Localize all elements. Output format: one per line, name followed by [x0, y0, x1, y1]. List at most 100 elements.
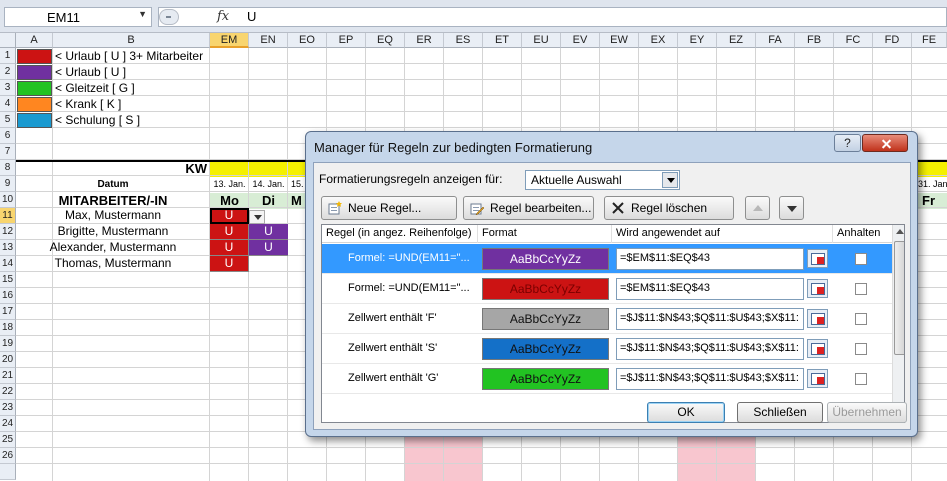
row-header-12[interactable]: 12: [0, 224, 16, 240]
row-header-5[interactable]: 5: [0, 112, 16, 128]
rule-row[interactable]: Zellwert enthält 'S' AaBbCcYyZz =$J$11:$…: [322, 334, 892, 364]
column-header-et[interactable]: ET: [483, 33, 522, 48]
move-up-button[interactable]: [745, 196, 770, 220]
column-header-es[interactable]: ES: [444, 33, 483, 48]
employee-name[interactable]: Max, Mustermann: [17, 208, 209, 224]
active-cell-em11[interactable]: U: [210, 208, 249, 224]
range-select-icon[interactable]: [807, 369, 828, 388]
row-header-15[interactable]: 15: [0, 272, 16, 288]
edit-rule-button[interactable]: Regel bearbeiten...: [463, 196, 594, 220]
row-header-8[interactable]: 8: [0, 160, 16, 176]
column-header-ey[interactable]: EY: [678, 33, 717, 48]
row-header-17[interactable]: 17: [0, 304, 16, 320]
range-select-icon[interactable]: [807, 249, 828, 268]
close-icon[interactable]: [862, 134, 908, 152]
absence-cell[interactable]: U: [249, 224, 288, 240]
stop-if-true-checkbox[interactable]: [855, 343, 867, 355]
new-rule-button[interactable]: Neue Regel...: [321, 196, 457, 220]
column-header-b[interactable]: B: [53, 33, 210, 48]
column-header-applies[interactable]: Wird angewendet auf: [612, 225, 833, 243]
column-header-a[interactable]: A: [16, 33, 53, 48]
range-select-icon[interactable]: [807, 279, 828, 298]
formula-bar-resize-handle[interactable]: [159, 9, 179, 25]
applies-to-input[interactable]: =$J$11:$N$43;$Q$11:$U$43;$X$11:: [616, 338, 804, 360]
stop-if-true-checkbox[interactable]: [855, 283, 867, 295]
column-header-fc[interactable]: FC: [834, 33, 873, 48]
delete-rule-button[interactable]: Regel löschen: [604, 196, 734, 220]
row-header-24[interactable]: 24: [0, 416, 16, 432]
row-header-6[interactable]: 6: [0, 128, 16, 144]
applies-to-input[interactable]: =$J$11:$N$43;$Q$11:$U$43;$X$11:: [616, 368, 804, 390]
range-select-icon[interactable]: [807, 339, 828, 358]
select-all-corner[interactable]: [0, 33, 16, 48]
rules-scrollbar[interactable]: [892, 225, 904, 422]
column-header-ex[interactable]: EX: [639, 33, 678, 48]
row-header-18[interactable]: 18: [0, 320, 16, 336]
rule-row[interactable]: Formel: =UND(EM11="... AaBbCcYyZz =$EM$1…: [322, 244, 892, 274]
column-header-ez[interactable]: EZ: [717, 33, 756, 48]
chevron-down-icon[interactable]: [662, 172, 678, 188]
rule-row[interactable]: Zellwert enthält 'G' AaBbCcYyZz =$J$11:$…: [322, 364, 892, 394]
formula-input[interactable]: fx U: [158, 7, 947, 27]
column-header-fd[interactable]: FD: [873, 33, 912, 48]
row-header-25[interactable]: 25: [0, 432, 16, 448]
name-box[interactable]: EM11 ▼: [4, 7, 152, 27]
range-select-icon[interactable]: [807, 309, 828, 328]
cell-dropdown-button[interactable]: [249, 210, 265, 224]
help-button[interactable]: ?: [834, 134, 861, 152]
ok-button[interactable]: OK: [647, 402, 725, 423]
row-header-21[interactable]: 21: [0, 368, 16, 384]
row-header-13[interactable]: 13: [0, 240, 16, 256]
chevron-down-icon[interactable]: ▼: [138, 9, 147, 19]
column-header-eq[interactable]: EQ: [366, 33, 405, 48]
column-header-ep[interactable]: EP: [327, 33, 366, 48]
row-header-9[interactable]: 9: [0, 176, 16, 192]
row-header-20[interactable]: 20: [0, 352, 16, 368]
employee-name[interactable]: Thomas, Mustermann: [17, 256, 209, 272]
stop-if-true-checkbox[interactable]: [855, 253, 867, 265]
row-header-2[interactable]: 2: [0, 64, 16, 80]
column-header-en[interactable]: EN: [249, 33, 288, 48]
stop-if-true-checkbox[interactable]: [855, 313, 867, 325]
row-header-19[interactable]: 19: [0, 336, 16, 352]
column-header-ew[interactable]: EW: [600, 33, 639, 48]
absence-cell[interactable]: U: [210, 256, 249, 272]
column-header-format[interactable]: Format: [478, 225, 612, 243]
absence-cell[interactable]: U: [210, 224, 249, 240]
stop-if-true-checkbox[interactable]: [855, 373, 867, 385]
column-header-rule[interactable]: Regel (in angez. Reihenfolge): [322, 225, 478, 243]
scroll-up-icon[interactable]: [896, 229, 904, 234]
column-header-ev[interactable]: EV: [561, 33, 600, 48]
row-header-14[interactable]: 14: [0, 256, 16, 272]
column-header-fe[interactable]: FE: [912, 33, 947, 48]
column-header-fa[interactable]: FA: [756, 33, 795, 48]
row-header-7[interactable]: 7: [0, 144, 16, 160]
rule-row[interactable]: Zellwert enthält 'F' AaBbCcYyZz =$J$11:$…: [322, 304, 892, 334]
apply-button[interactable]: Übernehmen: [827, 402, 907, 423]
employee-name[interactable]: Brigitte, Mustermann: [17, 224, 209, 240]
show-rules-select[interactable]: Aktuelle Auswahl: [525, 170, 680, 190]
applies-to-input[interactable]: =$EM$11:$EQ$43: [616, 278, 804, 300]
employee-name[interactable]: Alexander, Mustermann: [17, 240, 209, 256]
applies-to-input[interactable]: =$J$11:$N$43;$Q$11:$U$43;$X$11:: [616, 308, 804, 330]
applies-to-input[interactable]: =$EM$11:$EQ$43: [616, 248, 804, 270]
row-header-22[interactable]: 22: [0, 384, 16, 400]
insert-function-icon[interactable]: fx: [217, 9, 229, 24]
absence-cell[interactable]: U: [210, 240, 249, 256]
row-header-23[interactable]: 23: [0, 400, 16, 416]
column-header-eu[interactable]: EU: [522, 33, 561, 48]
column-header-er[interactable]: ER: [405, 33, 444, 48]
row-header-16[interactable]: 16: [0, 288, 16, 304]
move-down-button[interactable]: [779, 196, 804, 220]
row-header-11[interactable]: 11: [0, 208, 16, 224]
row-header-26[interactable]: 26: [0, 448, 16, 464]
row-header-1[interactable]: 1: [0, 48, 16, 64]
rule-row[interactable]: Formel: =UND(EM11="... AaBbCcYyZz =$EM$1…: [322, 274, 892, 304]
scroll-thumb[interactable]: [894, 241, 904, 355]
row-header-4[interactable]: 4: [0, 96, 16, 112]
column-header-fb[interactable]: FB: [795, 33, 834, 48]
column-header-stop[interactable]: Anhalten: [833, 225, 892, 243]
close-button[interactable]: Schließen: [737, 402, 823, 423]
row-header-27[interactable]: [0, 464, 16, 480]
row-header-3[interactable]: 3: [0, 80, 16, 96]
